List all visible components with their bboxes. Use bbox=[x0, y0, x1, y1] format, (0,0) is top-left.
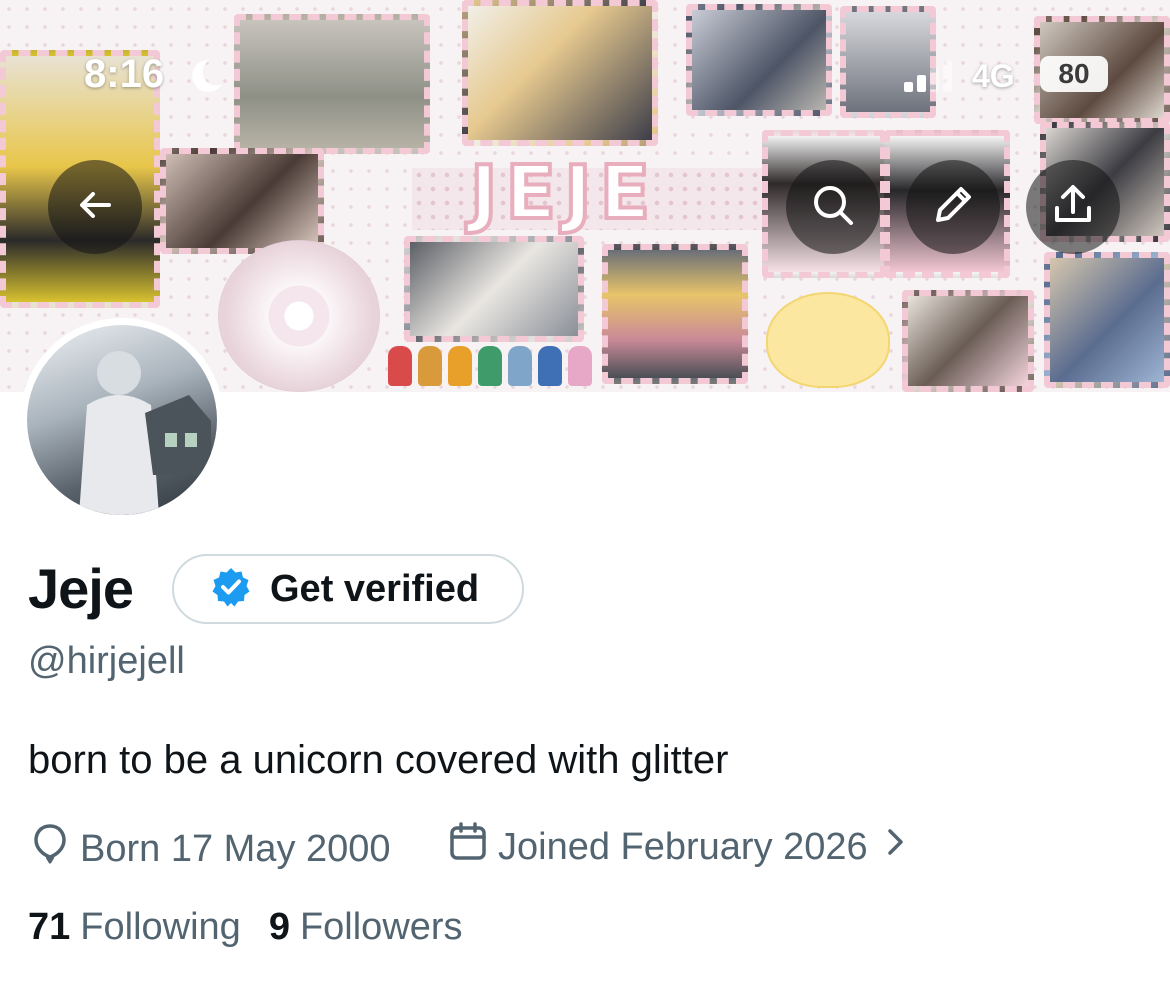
banner-photo bbox=[160, 148, 324, 254]
followers-count: 9 bbox=[268, 906, 290, 948]
avatar-photo bbox=[79, 351, 211, 515]
status-time: 8:16 bbox=[84, 52, 165, 96]
banner-photo bbox=[404, 236, 584, 342]
joined-text: Joined February 2026 bbox=[498, 825, 868, 868]
cd-disc-sticker bbox=[218, 240, 380, 392]
banner-photo bbox=[462, 0, 658, 146]
search-button[interactable] bbox=[786, 160, 880, 254]
joined-info[interactable]: Joined February 2026 bbox=[448, 822, 908, 872]
search-icon bbox=[810, 182, 856, 233]
following-count: 71 bbox=[28, 906, 71, 948]
birthday-info: Born 17 May 2000 bbox=[30, 822, 391, 876]
calendar-icon bbox=[448, 822, 488, 872]
avatar[interactable] bbox=[20, 318, 224, 522]
banner-photo bbox=[602, 244, 748, 384]
following-label: Following bbox=[80, 906, 241, 948]
banner-photo bbox=[902, 290, 1034, 392]
signal-icon bbox=[902, 60, 962, 97]
profile-name: Jeje bbox=[28, 557, 134, 620]
battery-indicator: 80 bbox=[1040, 56, 1108, 92]
birthday-text: Born 17 May 2000 bbox=[80, 827, 391, 870]
verified-badge-icon bbox=[210, 566, 252, 613]
moon-icon bbox=[186, 56, 226, 101]
following-link[interactable]: 71 Following bbox=[28, 906, 241, 949]
get-verified-button[interactable]: Get verified bbox=[172, 554, 524, 624]
back-button[interactable] bbox=[48, 160, 142, 254]
back-arrow-icon bbox=[73, 183, 117, 232]
follow-counts: 71 Following 9 Followers bbox=[28, 906, 463, 949]
character-sticker bbox=[766, 292, 890, 388]
profile-handle: @hirjejell bbox=[28, 640, 185, 682]
plush-stickers bbox=[388, 346, 606, 390]
network-type: 4G bbox=[972, 58, 1015, 94]
edit-button[interactable] bbox=[906, 160, 1000, 254]
balloon-icon bbox=[30, 822, 70, 876]
get-verified-label: Get verified bbox=[270, 567, 480, 610]
banner-title-text: JEJE bbox=[468, 148, 659, 238]
banner-photo bbox=[686, 4, 832, 116]
pencil-icon bbox=[930, 182, 976, 233]
chevron-right-icon bbox=[884, 825, 908, 869]
banner-photo bbox=[234, 14, 430, 154]
followers-label: Followers bbox=[299, 906, 463, 948]
share-button[interactable] bbox=[1026, 160, 1120, 254]
share-icon bbox=[1050, 182, 1096, 233]
followers-link[interactable]: 9 Followers bbox=[269, 906, 463, 949]
profile-bio: born to be a unicorn covered with glitte… bbox=[28, 738, 729, 782]
banner-photo bbox=[1044, 252, 1170, 388]
